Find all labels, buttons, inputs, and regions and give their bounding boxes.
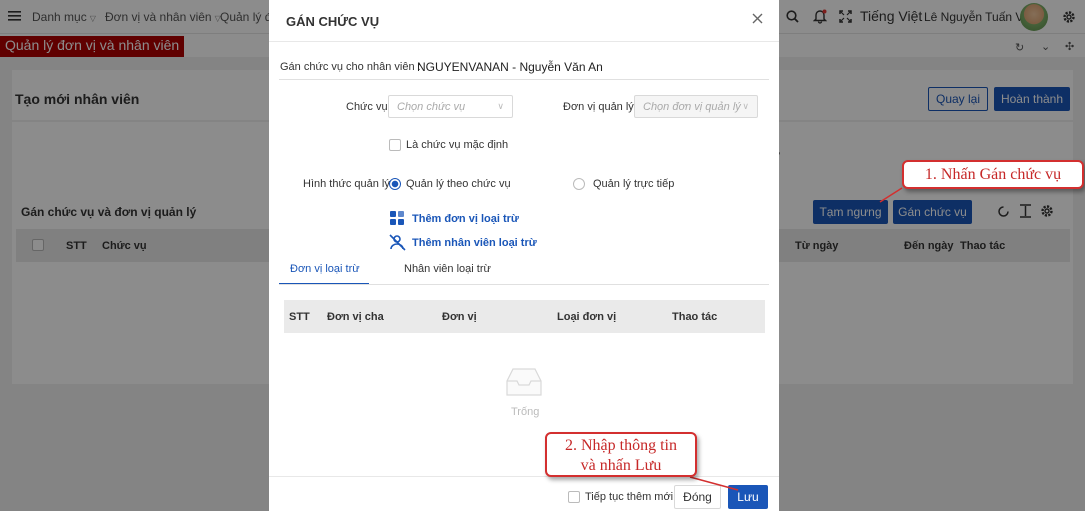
callout-arrow-1 bbox=[879, 187, 903, 203]
callout-step-2: 2. Nhập thông tin và nhấn Lưu bbox=[545, 432, 697, 477]
callout-step-1: 1. Nhấn Gán chức vụ bbox=[902, 160, 1084, 189]
callout-step-2-line-1: 2. Nhập thông tin bbox=[565, 437, 677, 454]
callout-step-2-line-2: và nhấn Lưu bbox=[580, 457, 662, 474]
callout-arrows bbox=[689, 187, 903, 491]
callout-arrow-2 bbox=[689, 476, 739, 491]
